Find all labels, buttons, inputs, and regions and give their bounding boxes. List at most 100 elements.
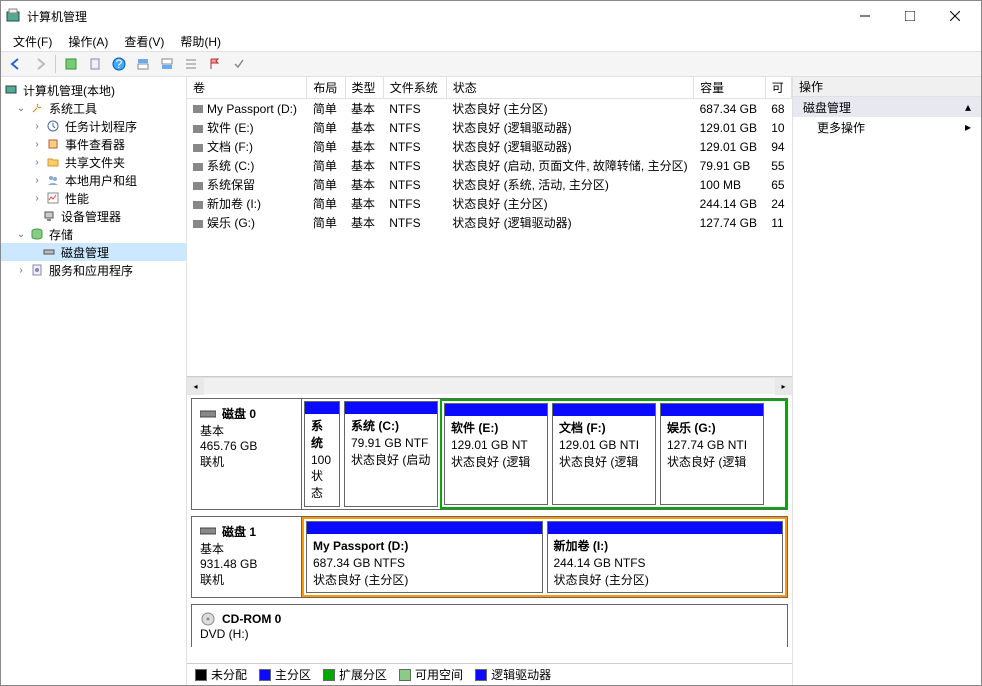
expand-icon[interactable]: › bbox=[29, 136, 45, 152]
tree-storage[interactable]: ⌄ 存储 bbox=[1, 225, 186, 243]
table-row[interactable]: 软件 (E:)简单基本NTFS状态良好 (逻辑驱动器)129.01 GB10 bbox=[187, 118, 792, 137]
table-row[interactable]: 系统 (C:)简单基本NTFS状态良好 (启动, 页面文件, 故障转储, 主分区… bbox=[187, 156, 792, 175]
window-title: 计算机管理 bbox=[27, 8, 842, 25]
disk-label: 磁盘 0 基本 465.76 GB 联机 bbox=[192, 399, 302, 509]
disk-row-cdrom[interactable]: CD-ROM 0 DVD (H:) bbox=[191, 604, 788, 647]
partition[interactable]: 新加卷 (I:)244.14 GB NTFS状态良好 (主分区) bbox=[547, 521, 784, 593]
forward-button[interactable] bbox=[29, 53, 51, 75]
expand-icon[interactable]: › bbox=[29, 190, 45, 206]
partition[interactable]: 文档 (F:)129.01 GB NTI状态良好 (逻辑 bbox=[552, 403, 656, 505]
legend-extended: 扩展分区 bbox=[323, 666, 387, 683]
menubar: 文件(F) 操作(A) 查看(V) 帮助(H) bbox=[1, 31, 981, 51]
check-icon[interactable] bbox=[228, 53, 250, 75]
tree-disk-management[interactable]: 磁盘管理 bbox=[1, 243, 186, 261]
scroll-right-icon[interactable]: ▸ bbox=[775, 378, 792, 395]
col-volume[interactable]: 卷 bbox=[187, 77, 307, 99]
chevron-right-icon: ▸ bbox=[965, 120, 971, 134]
folder-icon bbox=[45, 154, 61, 170]
tree-shared-folders[interactable]: › 共享文件夹 bbox=[1, 153, 186, 171]
device-icon bbox=[41, 208, 57, 224]
help-icon[interactable]: ? bbox=[108, 53, 130, 75]
view-top-icon[interactable] bbox=[132, 53, 154, 75]
users-icon bbox=[45, 172, 61, 188]
legend-primary: 主分区 bbox=[259, 666, 311, 683]
disk-row-0[interactable]: 磁盘 0 基本 465.76 GB 联机 系统100状态系统 (C:)79.91… bbox=[191, 398, 788, 510]
expand-icon[interactable]: › bbox=[13, 262, 29, 278]
menu-help[interactable]: 帮助(H) bbox=[172, 31, 229, 52]
storage-icon bbox=[29, 226, 45, 242]
tools-icon bbox=[29, 100, 45, 116]
services-icon bbox=[29, 262, 45, 278]
col-filesystem[interactable]: 文件系统 bbox=[383, 77, 446, 99]
expand-icon[interactable]: › bbox=[29, 118, 45, 134]
disk-icon bbox=[200, 409, 216, 419]
disk-icon bbox=[41, 244, 57, 260]
h-scrollbar[interactable]: ◂ ▸ bbox=[187, 377, 792, 394]
refresh-icon[interactable] bbox=[60, 53, 82, 75]
chevron-up-icon: ▴ bbox=[965, 100, 971, 114]
app-icon bbox=[5, 8, 21, 24]
tree-event-viewer[interactable]: › 事件查看器 bbox=[1, 135, 186, 153]
legend-logical: 逻辑驱动器 bbox=[475, 666, 551, 683]
col-type[interactable]: 类型 bbox=[345, 77, 383, 99]
legend-unallocated: 未分配 bbox=[195, 666, 247, 683]
collapse-icon[interactable]: ⌄ bbox=[13, 100, 29, 116]
tree-root[interactable]: 计算机管理(本地) bbox=[1, 81, 186, 99]
action-more[interactable]: 更多操作 ▸ bbox=[793, 117, 981, 137]
volume-icon bbox=[193, 220, 203, 228]
collapse-icon[interactable]: ⌄ bbox=[13, 226, 29, 242]
settings-icon[interactable] bbox=[180, 53, 202, 75]
menu-file[interactable]: 文件(F) bbox=[5, 31, 60, 52]
volume-icon bbox=[193, 201, 203, 209]
cd-icon bbox=[200, 611, 216, 627]
table-row[interactable]: 文档 (F:)简单基本NTFS状态良好 (逻辑驱动器)129.01 GB94 bbox=[187, 137, 792, 156]
col-free[interactable]: 可 bbox=[765, 77, 791, 99]
back-button[interactable] bbox=[5, 53, 27, 75]
disk-icon bbox=[200, 526, 216, 536]
menu-action[interactable]: 操作(A) bbox=[60, 31, 116, 52]
maximize-button[interactable] bbox=[887, 1, 932, 31]
volume-icon bbox=[193, 125, 203, 133]
partition[interactable]: My Passport (D:)687.34 GB NTFS状态良好 (主分区) bbox=[306, 521, 543, 593]
col-capacity[interactable]: 容量 bbox=[694, 77, 766, 99]
tree-task-scheduler[interactable]: › 任务计划程序 bbox=[1, 117, 186, 135]
properties-icon[interactable] bbox=[84, 53, 106, 75]
scroll-left-icon[interactable]: ◂ bbox=[187, 378, 204, 395]
disk-map: 磁盘 0 基本 465.76 GB 联机 系统100状态系统 (C:)79.91… bbox=[187, 394, 792, 663]
partition[interactable]: 娱乐 (G:)127.74 GB NTI状态良好 (逻辑 bbox=[660, 403, 764, 505]
table-row[interactable]: 娱乐 (G:)简单基本NTFS状态良好 (逻辑驱动器)127.74 GB11 bbox=[187, 213, 792, 232]
tree-system-tools[interactable]: ⌄ 系统工具 bbox=[1, 99, 186, 117]
perf-icon bbox=[45, 190, 61, 206]
toolbar: ? bbox=[1, 51, 981, 77]
expand-icon[interactable]: › bbox=[29, 172, 45, 188]
table-row[interactable]: 新加卷 (I:)简单基本NTFS状态良好 (主分区)244.14 GB24 bbox=[187, 194, 792, 213]
partition[interactable]: 系统100状态 bbox=[304, 401, 340, 507]
close-button[interactable] bbox=[932, 1, 977, 31]
tree-device-manager[interactable]: 设备管理器 bbox=[1, 207, 186, 225]
volume-icon bbox=[193, 144, 203, 152]
disk-label: CD-ROM 0 DVD (H:) bbox=[192, 605, 787, 647]
computer-icon bbox=[3, 82, 19, 98]
table-row[interactable]: 系统保留简单基本NTFS状态良好 (系统, 活动, 主分区)100 MB65 bbox=[187, 175, 792, 194]
partition[interactable]: 系统 (C:)79.91 GB NTF状态良好 (启动 bbox=[344, 401, 438, 507]
disk-row-1[interactable]: 磁盘 1 基本 931.48 GB 联机 My Passport (D:)687… bbox=[191, 516, 788, 598]
action-disk-mgmt[interactable]: 磁盘管理 ▴ bbox=[793, 97, 981, 117]
actions-panel: 操作 磁盘管理 ▴ 更多操作 ▸ bbox=[793, 77, 981, 685]
expand-icon[interactable]: › bbox=[29, 154, 45, 170]
col-status[interactable]: 状态 bbox=[446, 77, 693, 99]
flag-icon[interactable] bbox=[204, 53, 226, 75]
tree-performance[interactable]: › 性能 bbox=[1, 189, 186, 207]
menu-view[interactable]: 查看(V) bbox=[116, 31, 172, 52]
disk-label: 磁盘 1 基本 931.48 GB 联机 bbox=[192, 517, 302, 597]
partition[interactable]: 软件 (E:)129.01 GB NT状态良好 (逻辑 bbox=[444, 403, 548, 505]
table-row[interactable]: My Passport (D:)简单基本NTFS状态良好 (主分区)687.34… bbox=[187, 99, 792, 119]
tree-local-users[interactable]: › 本地用户和组 bbox=[1, 171, 186, 189]
titlebar: 计算机管理 bbox=[1, 1, 981, 31]
minimize-button[interactable] bbox=[842, 1, 887, 31]
tree-services[interactable]: › 服务和应用程序 bbox=[1, 261, 186, 279]
svg-text:?: ? bbox=[116, 57, 123, 71]
actions-header: 操作 bbox=[793, 77, 981, 97]
event-icon bbox=[45, 136, 61, 152]
col-layout[interactable]: 布局 bbox=[307, 77, 345, 99]
view-bottom-icon[interactable] bbox=[156, 53, 178, 75]
